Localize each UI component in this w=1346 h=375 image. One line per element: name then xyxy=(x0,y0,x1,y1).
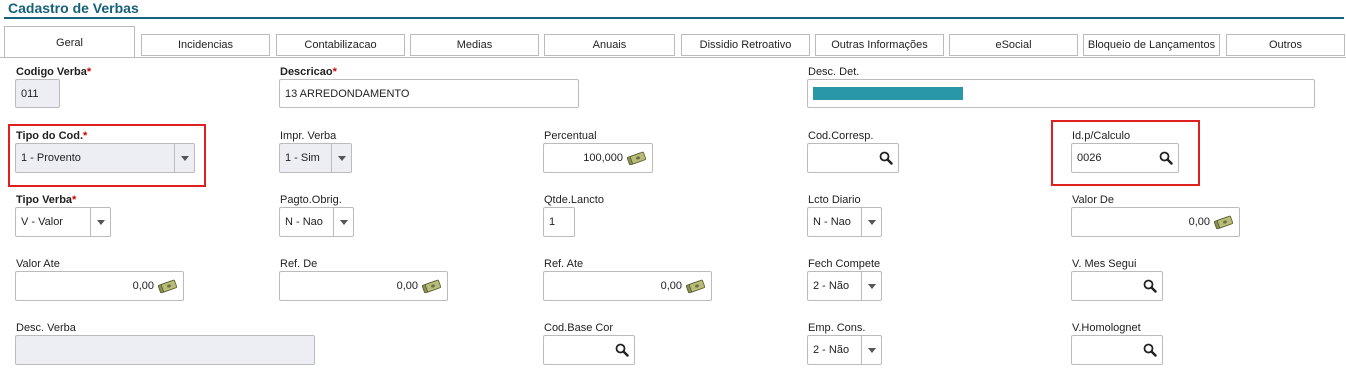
percentual-field[interactable]: 100,000 xyxy=(543,143,653,173)
search-icon[interactable] xyxy=(1143,279,1157,293)
ref-de-value: 0,00 xyxy=(396,280,418,292)
desc-det-selection xyxy=(813,87,963,100)
tab-outras-informacoes[interactable]: Outras Informações xyxy=(815,34,944,56)
v-mes-segui-field[interactable] xyxy=(1071,271,1163,301)
ref-ate-field[interactable]: 0,00 xyxy=(543,271,712,301)
money-icon[interactable] xyxy=(686,279,706,293)
cod-base-cor-label: Cod.Base Cor xyxy=(544,322,614,334)
tab-esocial[interactable]: eSocial xyxy=(949,34,1078,56)
tab-medias[interactable]: Medias xyxy=(410,34,539,56)
emp-cons-value: 2 - Não xyxy=(813,344,850,356)
emp-cons-select[interactable]: 2 - Não xyxy=(807,335,882,365)
chevron-down-icon xyxy=(90,208,110,236)
tab-contabilizacao[interactable]: Contabilizacao xyxy=(276,34,405,56)
tab-bar-line xyxy=(0,57,1346,58)
search-icon[interactable] xyxy=(879,151,893,165)
money-icon[interactable] xyxy=(1214,215,1234,229)
pagto-obrig-label: Pagto.Obrig. xyxy=(280,194,342,206)
tab-label: Contabilizacao xyxy=(304,39,377,51)
ref-de-label: Ref. De xyxy=(280,258,318,270)
cod-corresp-field[interactable] xyxy=(807,143,899,173)
percentual-value: 100,000 xyxy=(583,152,623,164)
desc-verba-label: Desc. Verba xyxy=(16,322,76,334)
tipo-verba-value: V - Valor xyxy=(21,216,63,228)
page-title: Cadastro de Verbas xyxy=(8,0,139,16)
descricao-field[interactable]: 13 ARREDONDAMENTO xyxy=(279,79,579,108)
money-icon[interactable] xyxy=(422,279,442,293)
tipo-verba-label: Tipo Verba* xyxy=(16,194,77,206)
desc-verba-field[interactable] xyxy=(15,335,315,365)
tab-geral[interactable]: Geral xyxy=(4,26,135,58)
tab-bar: Geral Incidencias Contabilizacao Medias … xyxy=(0,26,1346,58)
tab-label: Outros xyxy=(1268,39,1302,51)
pagto-obrig-select[interactable]: N - Nao xyxy=(279,207,354,237)
v-mes-segui-label: V. Mes Segui xyxy=(1072,258,1137,270)
v-homolognet-label: V.Homolognet xyxy=(1072,322,1141,334)
valor-ate-value: 0,00 xyxy=(132,280,154,292)
chevron-down-icon xyxy=(861,272,881,300)
money-icon[interactable] xyxy=(158,279,178,293)
lcto-diario-value: N - Nao xyxy=(813,216,851,228)
qtde-lancto-value: 1 xyxy=(549,216,556,228)
lcto-diario-label: Lcto Diario xyxy=(808,194,861,206)
fech-compete-select[interactable]: 2 - Não xyxy=(807,271,882,301)
tab-bloqueio-de-lancamentos[interactable]: Bloqueio de Lançamentos xyxy=(1083,34,1220,56)
tab-incidencias[interactable]: Incidencias xyxy=(141,34,270,56)
chevron-down-icon xyxy=(333,208,353,236)
tipo-cod-highlight-box xyxy=(8,124,206,187)
tab-dissidio-retroativo[interactable]: Dissidio Retroativo xyxy=(681,34,810,56)
tab-label: eSocial xyxy=(995,39,1032,51)
chevron-down-icon xyxy=(861,208,881,236)
chevron-down-icon xyxy=(331,144,351,172)
qtde-lancto-label: Qtde.Lancto xyxy=(544,194,604,206)
impr-verba-label: Impr. Verba xyxy=(280,130,337,142)
lcto-diario-select[interactable]: N - Nao xyxy=(807,207,882,237)
codigo-verba-field[interactable]: 011 xyxy=(15,79,60,108)
tab-label: Dissidio Retroativo xyxy=(699,39,792,51)
ref-ate-value: 0,00 xyxy=(660,280,682,292)
search-icon[interactable] xyxy=(615,343,629,357)
tab-label: Incidencias xyxy=(177,39,234,51)
fech-compete-value: 2 - Não xyxy=(813,280,850,292)
desc-det-field[interactable] xyxy=(807,79,1315,108)
codigo-verba-value: 011 xyxy=(21,87,39,100)
money-icon[interactable] xyxy=(627,151,647,165)
pagto-obrig-value: N - Nao xyxy=(285,216,323,228)
emp-cons-label: Emp. Cons. xyxy=(808,322,866,334)
tipo-verba-select[interactable]: V - Valor xyxy=(15,207,111,237)
ref-de-field[interactable]: 0,00 xyxy=(279,271,448,301)
tab-label: Bloqueio de Lançamentos xyxy=(1087,39,1216,51)
valor-de-value: 0,00 xyxy=(1188,216,1210,228)
valor-ate-label: Valor Ate xyxy=(16,258,60,270)
chevron-down-icon xyxy=(861,336,881,364)
cod-corresp-label: Cod.Corresp. xyxy=(808,130,874,142)
qtde-lancto-field[interactable]: 1 xyxy=(543,207,575,237)
tab-label: Geral xyxy=(56,36,83,49)
desc-det-label: Desc. Det. xyxy=(808,66,860,78)
codigo-verba-label: Codigo Verba* xyxy=(16,66,92,78)
descricao-label: Descricao* xyxy=(280,66,337,78)
descricao-value: 13 ARREDONDAMENTO xyxy=(285,87,410,100)
valor-de-field[interactable]: 0,00 xyxy=(1071,207,1240,237)
impr-verba-value: 1 - Sim xyxy=(285,152,320,164)
impr-verba-select[interactable]: 1 - Sim xyxy=(279,143,352,173)
ref-ate-label: Ref. Ate xyxy=(544,258,584,270)
tab-label: Outras Informações xyxy=(831,39,928,51)
tab-label: Anuais xyxy=(592,39,627,51)
tab-outros[interactable]: Outros xyxy=(1226,34,1345,56)
id-calculo-highlight-box xyxy=(1051,120,1200,186)
cod-base-cor-field[interactable] xyxy=(543,335,635,365)
search-icon[interactable] xyxy=(1143,343,1157,357)
valor-ate-field[interactable]: 0,00 xyxy=(15,271,184,301)
tab-anuais[interactable]: Anuais xyxy=(544,34,675,56)
v-homolognet-field[interactable] xyxy=(1071,335,1163,365)
fech-compete-label: Fech Compete xyxy=(808,258,881,270)
percentual-label: Percentual xyxy=(544,130,597,142)
title-underline xyxy=(4,17,1344,19)
valor-de-label: Valor De xyxy=(1072,194,1114,206)
tab-label: Medias xyxy=(456,39,493,51)
